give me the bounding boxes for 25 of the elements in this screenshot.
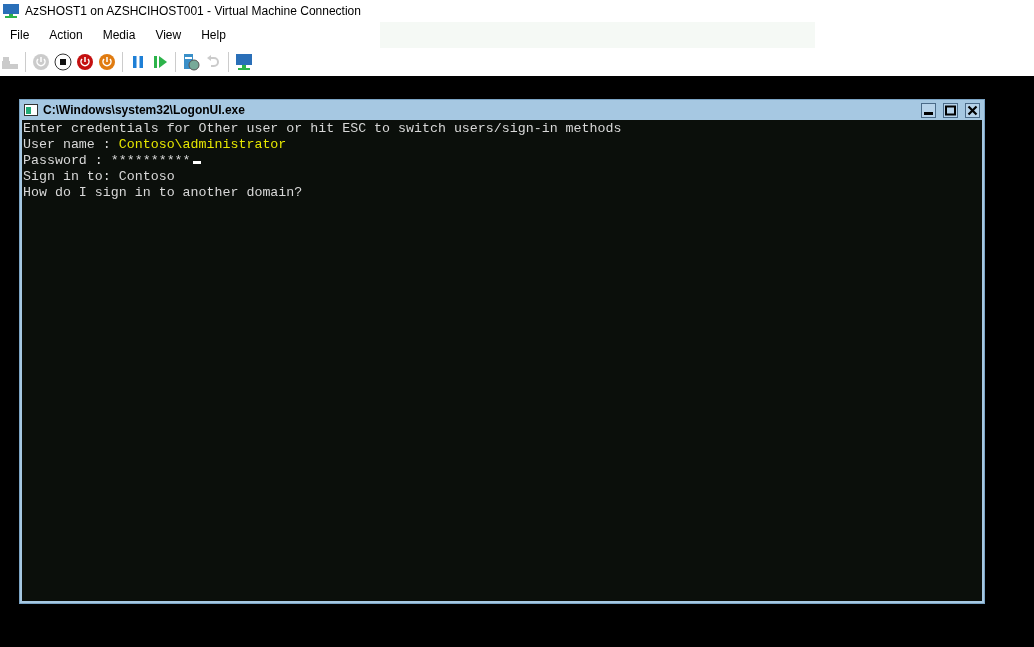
console-text: Enter credentials for Other user or hit ESC to switch users/sign-in methods: [23, 121, 622, 137]
maximize-button[interactable]: [943, 102, 958, 118]
menu-item[interactable]: Media: [92, 22, 146, 48]
console-icon: [24, 104, 38, 116]
server-icon[interactable]: [182, 53, 200, 71]
monitor-icon: [2, 3, 20, 19]
play-icon[interactable]: [151, 53, 169, 71]
field-label: Password :: [23, 153, 104, 169]
power-icon[interactable]: [98, 53, 116, 71]
console-text: How do I sign in to another domain?: [23, 185, 303, 201]
stop-icon[interactable]: [54, 53, 72, 71]
menu-item[interactable]: File: [0, 22, 40, 48]
field-label: User name :: [23, 137, 112, 153]
minimize-button[interactable]: [921, 102, 936, 118]
input-field[interactable]: **********: [110, 153, 191, 169]
menu-item[interactable]: Help: [191, 22, 236, 48]
console-text: Sign in to: Contoso: [23, 169, 175, 185]
console-title: C:\Windows\system32\LogonUI.exe: [43, 103, 245, 117]
menu-item[interactable]: Action: [39, 22, 93, 48]
menu-item[interactable]: View: [145, 22, 192, 48]
monitor-icon[interactable]: [235, 53, 253, 71]
close-button[interactable]: [965, 102, 980, 118]
window-title: AzSHOST1 on AZSHCIHOST001 - Virtual Machine Connection: [25, 4, 361, 18]
power-icon[interactable]: [76, 53, 94, 71]
input-field[interactable]: Contoso\administrator: [118, 137, 287, 153]
